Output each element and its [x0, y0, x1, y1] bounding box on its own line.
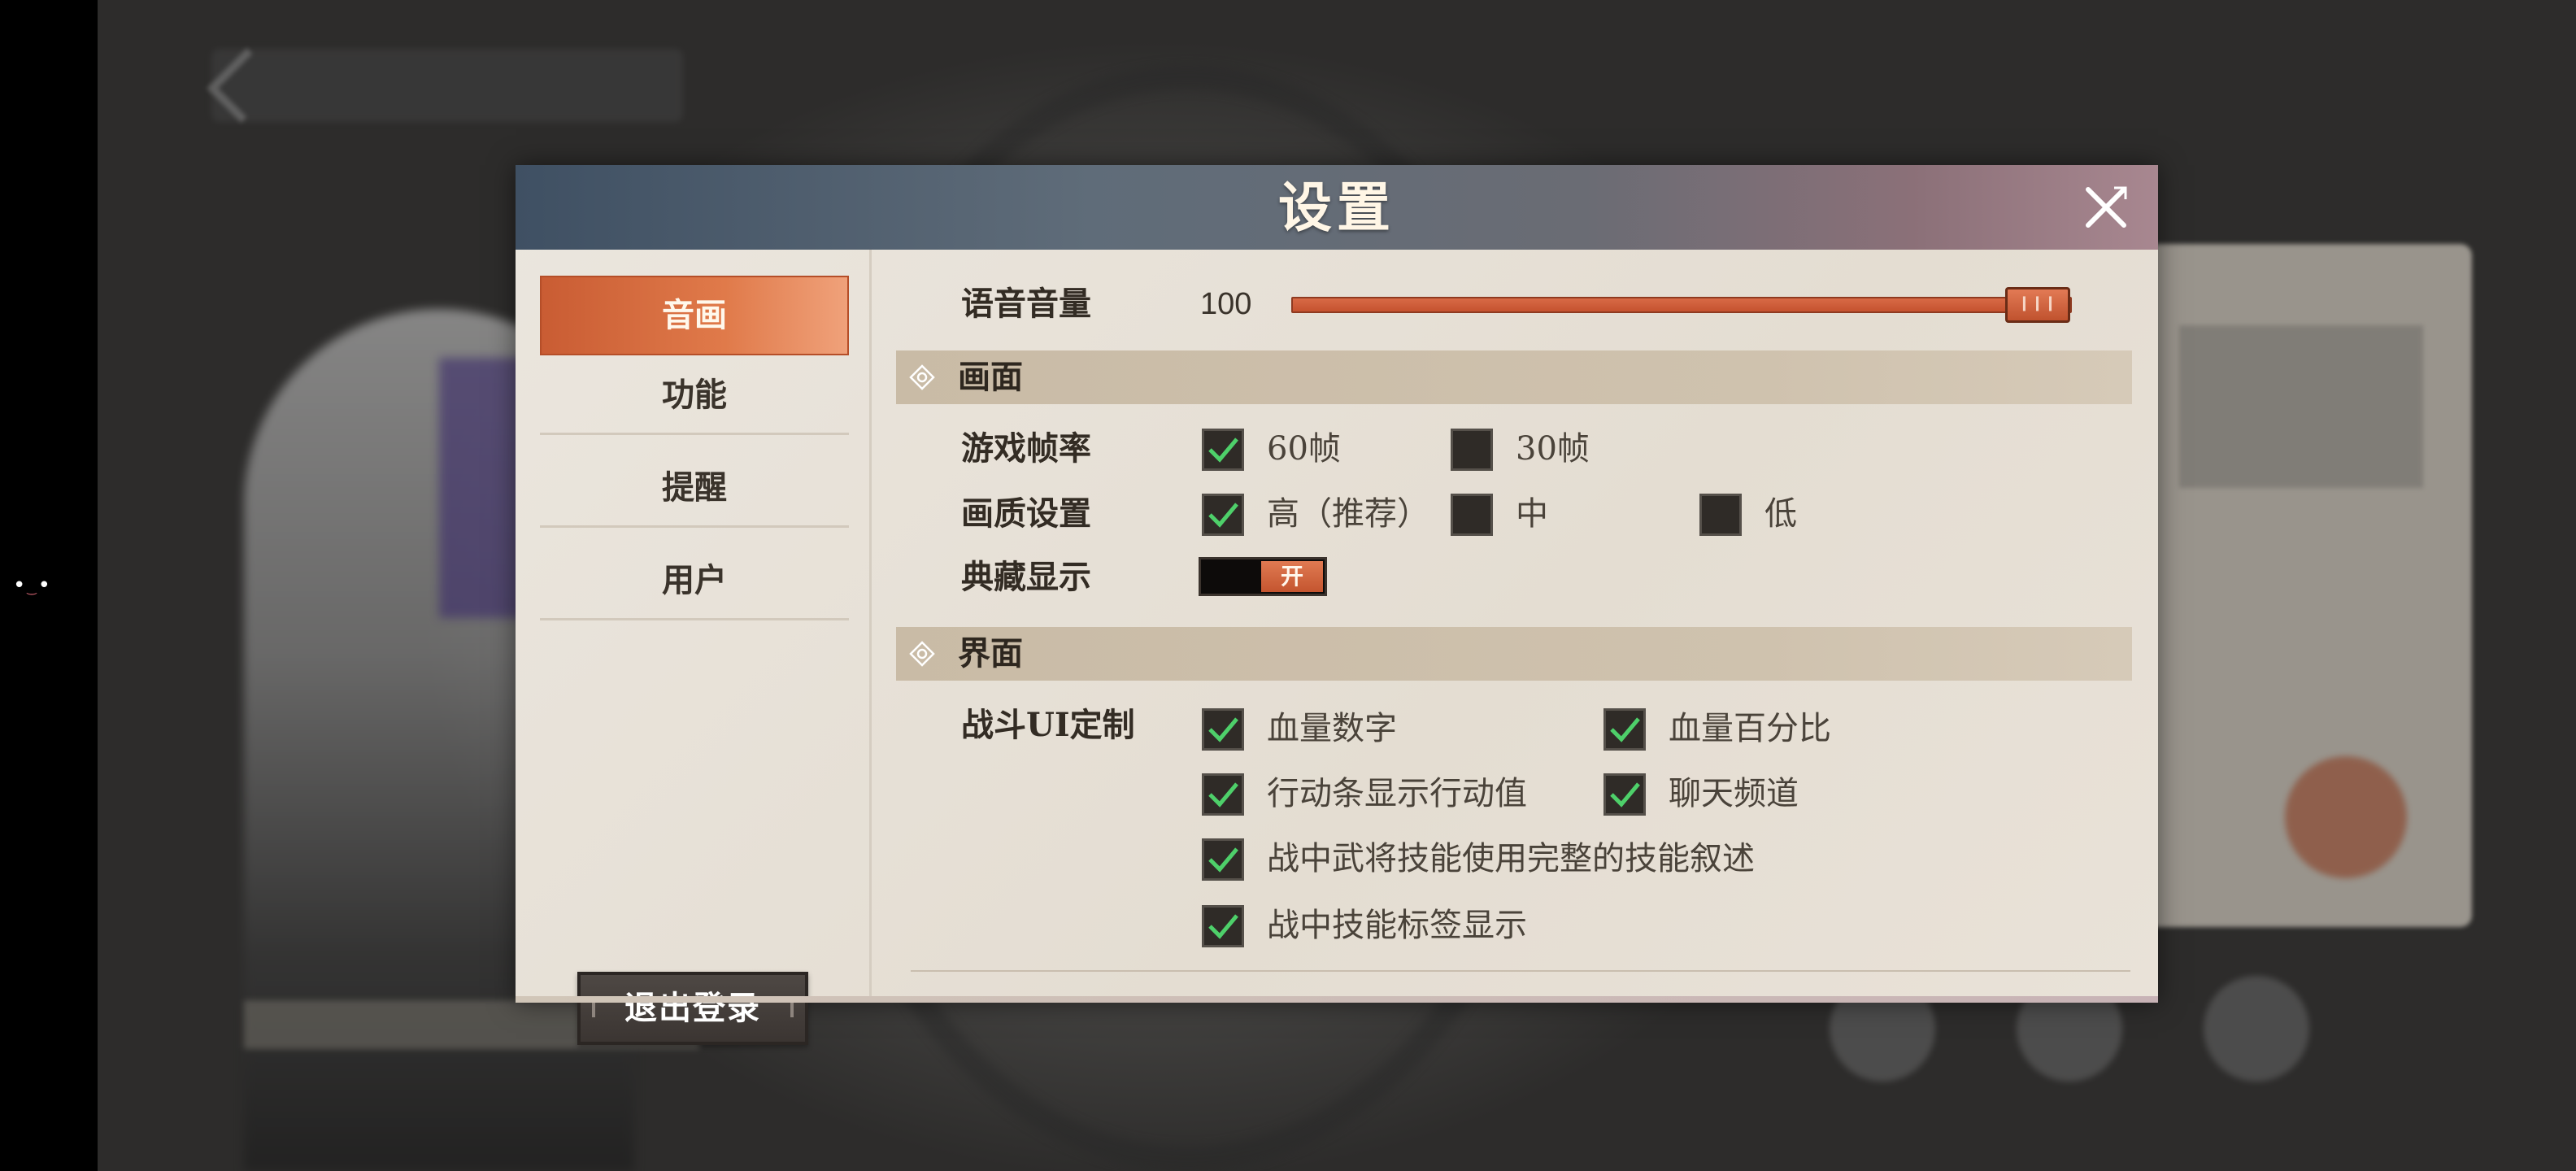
- voice-volume-slider[interactable]: [1291, 297, 2072, 313]
- checkmark-icon: [1208, 717, 1238, 742]
- menu-circle-icon: [2204, 976, 2309, 1082]
- tab-label: 功能: [662, 376, 727, 414]
- option-label: 30帧: [1516, 430, 1590, 468]
- tab-label: 提醒: [662, 468, 727, 507]
- option-label: 高（推荐）: [1267, 495, 1429, 533]
- option-label: 低: [1764, 495, 1797, 533]
- section-title: 画面: [958, 358, 1023, 396]
- tab-features[interactable]: 功能: [540, 355, 849, 435]
- tab-reminders[interactable]: 提醒: [540, 448, 849, 528]
- hp-number-checkbox[interactable]: [1202, 708, 1244, 751]
- option-label: 战中武将技能使用完整的技能叙述: [1267, 840, 1755, 877]
- diamond-icon: [909, 364, 935, 390]
- option-label: 血量百分比: [1669, 710, 1831, 747]
- close-button[interactable]: [2082, 183, 2130, 232]
- voice-volume-label: 语音音量: [961, 285, 1091, 323]
- option-label: 战中技能标签显示: [1267, 907, 1527, 944]
- logout-button[interactable]: 退出登录: [577, 972, 808, 1045]
- skill-tag-checkbox[interactable]: [1202, 905, 1244, 947]
- collection-display-label: 典藏显示: [961, 558, 1091, 596]
- left-black-strip: •‿•: [0, 0, 98, 1171]
- section-title: 界面: [958, 634, 1023, 673]
- settings-dialog: 设置 音画 功能 提醒 用户 退出登录 语音音量 100 ❙❙❙ 画面 游戏帧率…: [516, 165, 2158, 1045]
- battle-ui-label: 战斗UI定制: [961, 706, 1135, 744]
- checkmark-icon: [1208, 914, 1238, 939]
- tab-label: 用户: [662, 561, 727, 599]
- divider: [911, 970, 2130, 972]
- diamond-icon: [909, 641, 935, 667]
- hp-percent-checkbox[interactable]: [1603, 708, 1646, 751]
- full-skill-desc-checkbox[interactable]: [1202, 838, 1244, 881]
- checkmark-icon: [1208, 782, 1238, 808]
- quality-low-checkbox[interactable]: [1699, 494, 1742, 536]
- section-header-interface: 界面: [896, 627, 2132, 681]
- option-label: 聊天频道: [1669, 775, 1799, 812]
- tab-audio-video[interactable]: 音画: [540, 276, 849, 355]
- voice-volume-value: 100: [1200, 287, 1252, 321]
- tab-user[interactable]: 用户: [540, 541, 849, 620]
- dialog-title: 设置: [1278, 176, 1395, 239]
- emoji-face-icon: •‿•: [13, 573, 52, 598]
- top-bar-blurred: [211, 49, 683, 122]
- checkmark-icon: [1610, 782, 1640, 808]
- checkmark-icon: [1208, 847, 1238, 873]
- framerate-60-checkbox[interactable]: [1202, 429, 1244, 471]
- toggle-state-label: 开: [1261, 561, 1323, 592]
- tab-label: 音画: [662, 296, 727, 334]
- volume-slider-handle[interactable]: ❙❙❙: [2005, 287, 2070, 323]
- close-x-icon: [2086, 186, 2127, 228]
- chat-channel-checkbox[interactable]: [1603, 773, 1646, 816]
- settings-sidebar: 音画 功能 提醒 用户 退出登录: [516, 250, 872, 1045]
- avatar: [2285, 756, 2407, 878]
- collection-display-toggle[interactable]: 开: [1199, 557, 1327, 596]
- action-bar-value-checkbox[interactable]: [1202, 773, 1244, 816]
- option-label: 血量数字: [1267, 710, 1397, 747]
- framerate-30-checkbox[interactable]: [1451, 429, 1493, 471]
- quality-label: 画质设置: [961, 494, 1091, 533]
- checkmark-icon: [1208, 437, 1238, 463]
- option-label: 60帧: [1267, 430, 1341, 468]
- dialog-bottom-edge: [516, 996, 2158, 1003]
- checkmark-icon: [1610, 717, 1640, 742]
- option-label: 中: [1516, 495, 1548, 533]
- option-label: 行动条显示行动值: [1267, 775, 1527, 812]
- quality-medium-checkbox[interactable]: [1451, 494, 1493, 536]
- section-header-graphics: 画面: [896, 350, 2132, 404]
- checkmark-icon: [1208, 503, 1238, 528]
- framerate-label: 游戏帧率: [961, 429, 1091, 468]
- quality-high-checkbox[interactable]: [1202, 494, 1244, 536]
